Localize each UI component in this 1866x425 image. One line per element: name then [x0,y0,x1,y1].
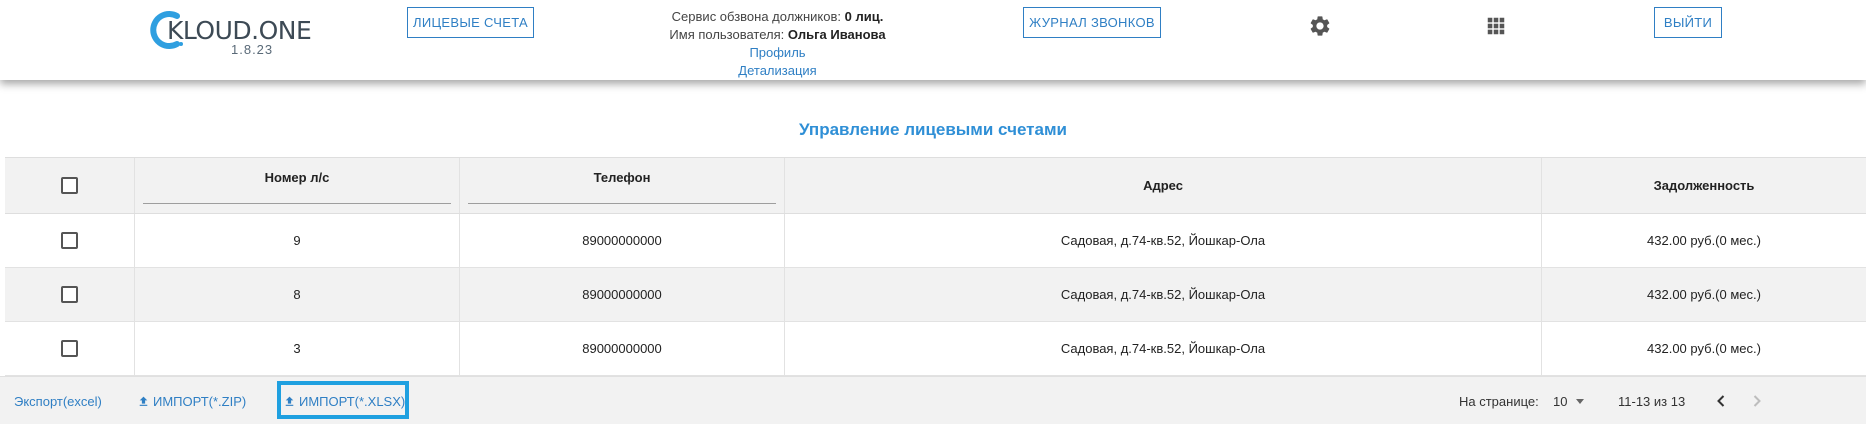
profile-link[interactable]: Профиль [749,45,805,60]
service-count: 0 лиц. [844,9,884,24]
next-page-button[interactable] [1745,389,1769,413]
upload-icon [139,396,148,406]
chevron-right-icon [1753,395,1761,407]
column-label-phone: Телефон [593,170,651,185]
phone-filter-input[interactable] [468,203,776,204]
apps-grid-icon [1487,17,1505,35]
per-page-value: 10 [1553,393,1568,409]
row-select-cell [5,214,135,267]
apps-button[interactable] [1482,12,1510,40]
debt-cell: 432.00 руб.(0 мес.) [1647,233,1761,248]
debt-cell: 432.00 руб.(0 мес.) [1647,287,1761,302]
export-excel-link[interactable]: Экспорт(excel) [14,377,102,425]
per-page-label: На странице: [1459,393,1539,409]
address-cell: Садовая, д.74-кв.52, Йошкар-Ола [785,322,1542,375]
row-select-cell [5,322,135,375]
prev-page-button[interactable] [1709,389,1733,413]
account-cell: 3 [135,322,460,375]
account-cell: 8 [135,268,460,321]
table-footer: Экспорт(excel) ИМПОРТ(*.ZIP) ИМПОРТ(*.XL… [0,376,1866,424]
user-label: Имя пользователя: [669,27,785,42]
page-range: 11-13 из 13 [1618,393,1686,409]
column-label-debt: Задолженность [1653,178,1755,193]
import-zip-label: ИМПОРТ(*.ZIP) [153,393,247,409]
import-xlsx-link[interactable]: ИМПОРТ(*.XLSX) [283,377,405,425]
service-info: Сервис обзвона должников: 0 лиц. Имя пол… [640,8,915,80]
gear-icon [1310,16,1330,36]
phone-cell: 89000000000 [460,322,785,375]
select-all-cell [5,158,135,213]
table-header-row: Номер л/с Телефон Адрес Задолженность [5,157,1866,214]
dropdown-caret-icon [1576,398,1585,404]
column-label-address: Адрес [1143,178,1183,193]
user-line: Имя пользователя: Ольга Иванова [640,26,915,44]
column-label-account: Номер л/с [264,170,330,185]
row-checkbox[interactable] [61,286,78,303]
upload-icon [285,396,294,406]
app-version: 1.8.23 [231,42,274,57]
select-all-checkbox[interactable] [61,177,78,194]
address-cell: Садовая, д.74-кв.52, Йошкар-Ола [785,214,1542,267]
chevron-left-icon [1717,395,1725,407]
column-header-debt[interactable]: Задолженность [1542,158,1866,213]
table-row[interactable]: 9 89000000000 Садовая, д.74-кв.52, Йошка… [5,214,1866,268]
service-label: Сервис обзвона должников: [671,9,841,24]
row-checkbox[interactable] [61,232,78,249]
debt-cell: 432.00 руб.(0 мес.) [1647,341,1761,356]
import-zip-link[interactable]: ИМПОРТ(*.ZIP) [137,377,246,425]
import-xlsx-label: ИМПОРТ(*.XLSX) [299,393,406,409]
accounts-button[interactable]: ЛИЦЕВЫЕ СЧЕТА [407,7,534,38]
logo-name: KLOUD.ONE [167,16,312,45]
table-row[interactable]: 8 89000000000 Садовая, д.74-кв.52, Йошка… [5,268,1866,322]
logout-button[interactable]: ВЫЙТИ [1654,7,1722,38]
address-cell: Садовая, д.74-кв.52, Йошкар-Ола [785,268,1542,321]
table-row[interactable]: 3 89000000000 Садовая, д.74-кв.52, Йошка… [5,322,1866,376]
details-link[interactable]: Детализация [738,63,816,78]
column-header-phone[interactable]: Телефон [460,158,785,213]
logo: KLOUD.ONE 1.8.23 [147,8,312,57]
user-name: Ольга Иванова [787,27,886,42]
phone-cell: 89000000000 [460,214,785,267]
phone-cell: 89000000000 [460,268,785,321]
account-cell: 9 [135,214,460,267]
settings-button[interactable] [1306,12,1334,40]
row-select-cell [5,268,135,321]
page-title: Управление лицевыми счетами [799,120,1067,139]
column-header-address[interactable]: Адрес [785,158,1542,213]
per-page-select[interactable]: 10 [1553,377,1585,425]
service-status-line: Сервис обзвона должников: 0 лиц. [640,8,915,26]
row-checkbox[interactable] [61,340,78,357]
column-header-account[interactable]: Номер л/с [135,158,460,213]
account-filter-input[interactable] [143,203,451,204]
calls-log-button[interactable]: ЖУРНАЛ ЗВОНКОВ [1023,7,1161,38]
top-header: KLOUD.ONE 1.8.23 ЛИЦЕВЫЕ СЧЕТА Сервис об… [0,0,1866,80]
